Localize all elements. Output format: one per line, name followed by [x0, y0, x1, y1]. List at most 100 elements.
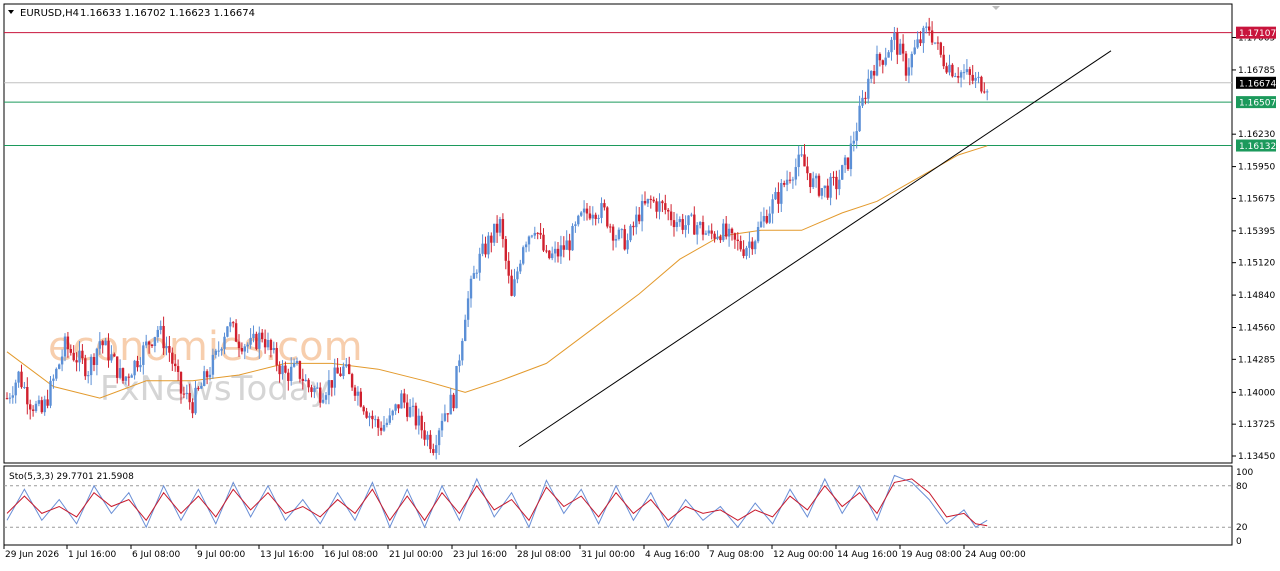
candle-bear [919, 39, 922, 44]
candle-bull [165, 346, 168, 349]
candle-bear [603, 203, 606, 208]
candle-bear [939, 42, 942, 55]
candle-bear [904, 53, 908, 76]
candle-bull [849, 143, 853, 170]
candle-bull [748, 241, 751, 248]
candle-bear [31, 409, 35, 411]
candle-bull [11, 395, 14, 398]
candle-bear [623, 229, 626, 250]
candle-bear [495, 223, 499, 233]
candle-bear [536, 232, 539, 234]
candle-bull [974, 77, 977, 81]
price-tick-label: 1.14285 [1238, 355, 1275, 365]
candle-bear [878, 53, 882, 61]
candle-bull [185, 392, 188, 395]
candle-bull [646, 198, 650, 204]
candle-bull [382, 424, 386, 431]
candle-bear [275, 347, 278, 366]
candle-bull [722, 223, 725, 241]
candle-bear [205, 371, 209, 378]
candle-bull [58, 364, 61, 369]
candle-bull [472, 273, 476, 279]
candle-bull [867, 78, 870, 99]
candle-bear [504, 239, 507, 261]
candle-bull [220, 348, 223, 351]
resistance-price-label: 1.17107 [1239, 29, 1276, 39]
candle-bull [17, 371, 20, 383]
candle-bear [307, 379, 310, 388]
candle-bull [281, 365, 284, 375]
candle-bear [669, 211, 673, 221]
candle-bull [333, 367, 336, 388]
support-price-label: 1.16132 [1239, 142, 1276, 152]
candle-bull [696, 225, 699, 235]
time-tick-label: 1 Jul 16:00 [68, 550, 117, 560]
candle-bull [464, 319, 467, 341]
candle-bull [52, 378, 55, 381]
candle-bear [20, 371, 23, 388]
stochastic-label: Sto(5,3,3) 29.7701 21.5908 [9, 472, 134, 482]
candle-bull [391, 410, 394, 416]
candle-bear [548, 250, 551, 259]
candle-bear [234, 323, 238, 342]
candle-bull [629, 225, 632, 241]
candle-bull [571, 225, 574, 251]
candle-bear [176, 366, 180, 372]
candle-bull [841, 165, 844, 180]
candle-bear [269, 339, 273, 351]
candle-bull [246, 344, 249, 347]
candle-bull [400, 393, 403, 409]
stochastic-pane[interactable] [3, 465, 1233, 546]
candle-bull [223, 336, 226, 349]
candle-bull [727, 228, 731, 237]
candle-bull [356, 391, 360, 396]
candle-bull [519, 263, 522, 272]
candle-bear [84, 358, 87, 377]
candle-bull [754, 241, 757, 250]
candle-bull [962, 72, 966, 74]
chart-window[interactable]: economies.com FxNewsToday 1.170651.16785… [0, 0, 1280, 567]
candle-bull [23, 387, 26, 389]
candle-bear [101, 341, 104, 346]
candle-bear [667, 209, 670, 212]
candle-bull [614, 239, 618, 241]
candle-bear [255, 333, 258, 349]
candle-bull [524, 244, 528, 248]
candle-bull [870, 71, 873, 79]
candle-bear [507, 260, 510, 276]
candle-bear [182, 393, 186, 395]
candle-bull [893, 32, 896, 40]
candle-bear [191, 402, 194, 414]
candle-bear [147, 341, 151, 345]
candle-bear [113, 354, 116, 357]
candle-bull [704, 233, 708, 235]
candle-bull [913, 47, 916, 54]
candle-bear [803, 154, 806, 167]
stochastic-scale-label: 100 [1236, 468, 1253, 478]
price-tick-label: 1.16785 [1238, 66, 1275, 76]
candle-bull [785, 179, 789, 185]
candle-bull [855, 131, 858, 141]
candle-bear [240, 348, 244, 352]
candle-bear [655, 201, 658, 212]
chart-canvas[interactable]: economies.com FxNewsToday 1.170651.16785… [0, 0, 1280, 567]
price-tick-label: 1.14560 [1238, 324, 1275, 334]
candle-bull [78, 350, 81, 363]
candle-bear [339, 373, 342, 377]
price-tick-label: 1.13450 [1238, 452, 1275, 462]
candle-bear [40, 400, 43, 413]
candle-bear [171, 352, 174, 364]
candle-bear [484, 243, 487, 255]
time-tick-label: 21 Jul 00:00 [389, 550, 443, 560]
symbol-label: EURUSD,H4 [20, 8, 79, 19]
candle-bull [327, 380, 331, 396]
candle-bear [606, 207, 609, 227]
candle-bull [443, 413, 447, 421]
candle-bull [925, 26, 928, 28]
candle-bear [197, 387, 200, 389]
current-price-price-label: 1.16674 [1239, 79, 1276, 89]
candle-bear [864, 97, 867, 99]
candle-bull [342, 366, 345, 377]
candle-bull [394, 404, 397, 411]
time-axis: 29 Jun 2026 1 Jul 16:00 6 Jul 08:00 9 Jul 0… [3, 545, 1026, 560]
